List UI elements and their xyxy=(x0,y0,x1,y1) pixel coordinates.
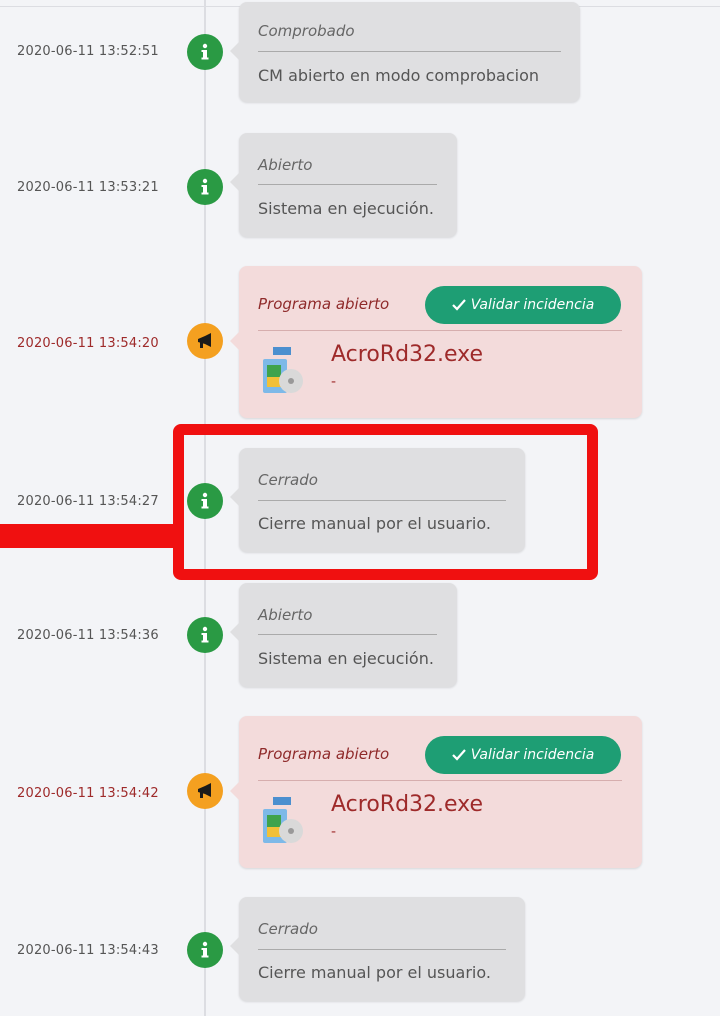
check-icon xyxy=(451,749,466,761)
validate-button-label: Validar incidencia xyxy=(470,297,595,313)
event-title: Abierto xyxy=(258,606,313,624)
event-title: Cerrado xyxy=(258,920,318,938)
info-icon xyxy=(187,169,223,205)
event-message: Sistema en ejecución. xyxy=(258,649,434,668)
event-title: Abierto xyxy=(258,156,313,174)
event-card: Abierto Sistema en ejecución. xyxy=(230,133,457,237)
entry-timestamp: 2020-06-11 13:52:51 xyxy=(17,44,159,59)
card-divider xyxy=(258,184,437,185)
validate-incident-button[interactable]: Validar incidencia xyxy=(425,286,621,324)
card-divider xyxy=(258,949,506,950)
event-title: Programa abierto xyxy=(258,745,390,763)
check-icon xyxy=(451,299,466,311)
event-card: Programa abierto Validar incidencia Acro… xyxy=(230,266,642,418)
info-icon xyxy=(187,617,223,653)
program-name: AcroRd32.exe xyxy=(331,342,484,367)
entry-timestamp: 2020-06-11 13:53:21 xyxy=(17,180,159,195)
event-card: Cerrado Cierre manual por el usuario. xyxy=(230,897,525,1001)
validate-incident-button[interactable]: Validar incidencia xyxy=(425,736,621,774)
event-card: .c0::before{top:42px} Comprobado CM abie… xyxy=(230,2,580,102)
entry-timestamp: 2020-06-11 13:54:36 xyxy=(17,628,159,643)
event-title: Comprobado xyxy=(258,22,355,40)
card-divider xyxy=(258,51,561,52)
info-icon xyxy=(187,932,223,968)
program-detail: - xyxy=(331,374,337,390)
event-message: CM abierto en modo comprobacion xyxy=(258,66,539,85)
program-name: AcroRd32.exe xyxy=(331,792,484,817)
event-message: Cierre manual por el usuario. xyxy=(258,963,491,982)
megaphone-icon xyxy=(187,323,223,359)
event-card: Programa abierto Validar incidencia Acro… xyxy=(230,716,642,868)
event-message: Sistema en ejecución. xyxy=(258,199,434,218)
card-divider xyxy=(258,780,622,781)
highlight-box xyxy=(173,424,598,580)
highlight-pointer xyxy=(0,524,176,548)
card-divider xyxy=(258,330,622,331)
program-detail: - xyxy=(331,824,337,840)
megaphone-icon xyxy=(187,773,223,809)
entry-timestamp: 2020-06-11 13:54:27 xyxy=(17,494,159,509)
entry-timestamp: 2020-06-11 13:54:43 xyxy=(17,943,159,958)
acrobat-reader-icon xyxy=(263,797,303,843)
card-divider xyxy=(258,634,437,635)
info-icon xyxy=(187,34,223,70)
validate-button-label: Validar incidencia xyxy=(470,747,595,763)
entry-timestamp: 2020-06-11 13:54:20 xyxy=(17,336,159,351)
entry-timestamp: 2020-06-11 13:54:42 xyxy=(17,786,159,801)
acrobat-reader-icon xyxy=(263,347,303,393)
event-title: Programa abierto xyxy=(258,295,390,313)
event-card: Abierto Sistema en ejecución. xyxy=(230,583,457,687)
